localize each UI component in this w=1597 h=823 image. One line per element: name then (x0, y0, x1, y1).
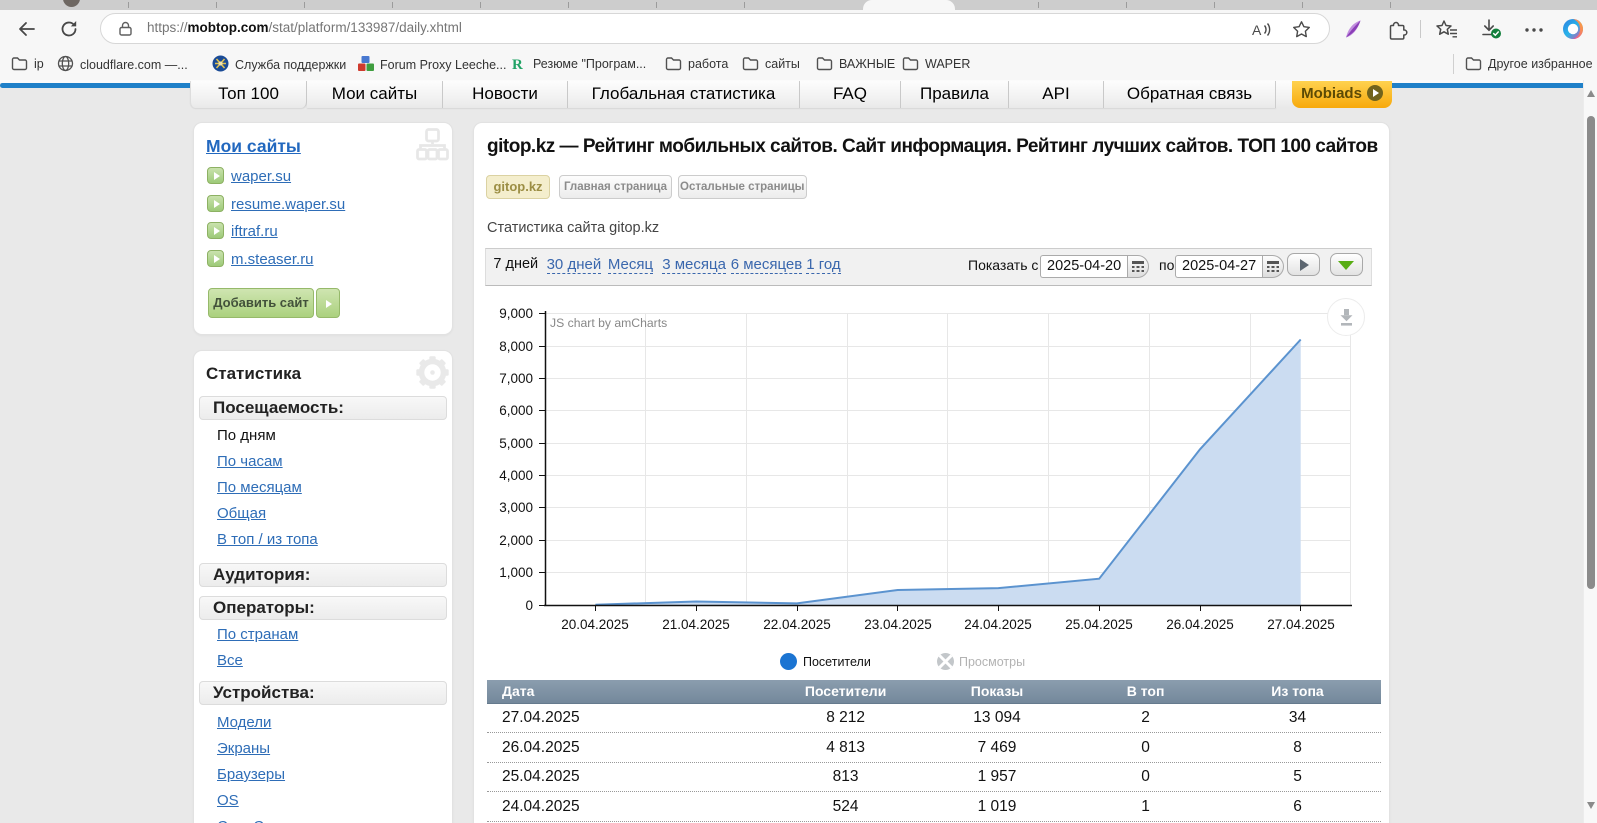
svg-text:3,000: 3,000 (499, 500, 533, 515)
svg-text:0: 0 (525, 598, 533, 613)
svg-text:7,000: 7,000 (499, 371, 533, 386)
svg-text:27.04.2025: 27.04.2025 (1267, 617, 1335, 632)
svg-text:20.04.2025: 20.04.2025 (561, 617, 629, 632)
svg-text:1,000: 1,000 (499, 565, 533, 580)
svg-text:8,000: 8,000 (499, 339, 533, 354)
svg-text:2,000: 2,000 (499, 533, 533, 548)
svg-text:5,000: 5,000 (499, 436, 533, 451)
svg-text:9,000: 9,000 (499, 306, 533, 321)
svg-text:24.04.2025: 24.04.2025 (964, 617, 1032, 632)
svg-text:4,000: 4,000 (499, 468, 533, 483)
svg-text:6,000: 6,000 (499, 403, 533, 418)
svg-text:22.04.2025: 22.04.2025 (763, 617, 831, 632)
svg-text:26.04.2025: 26.04.2025 (1166, 617, 1234, 632)
svg-text:23.04.2025: 23.04.2025 (864, 617, 932, 632)
svg-text:A: A (1252, 22, 1262, 38)
svg-text:25.04.2025: 25.04.2025 (1065, 617, 1133, 632)
svg-text:JS chart by amCharts: JS chart by amCharts (550, 316, 667, 330)
svg-text:21.04.2025: 21.04.2025 (662, 617, 730, 632)
